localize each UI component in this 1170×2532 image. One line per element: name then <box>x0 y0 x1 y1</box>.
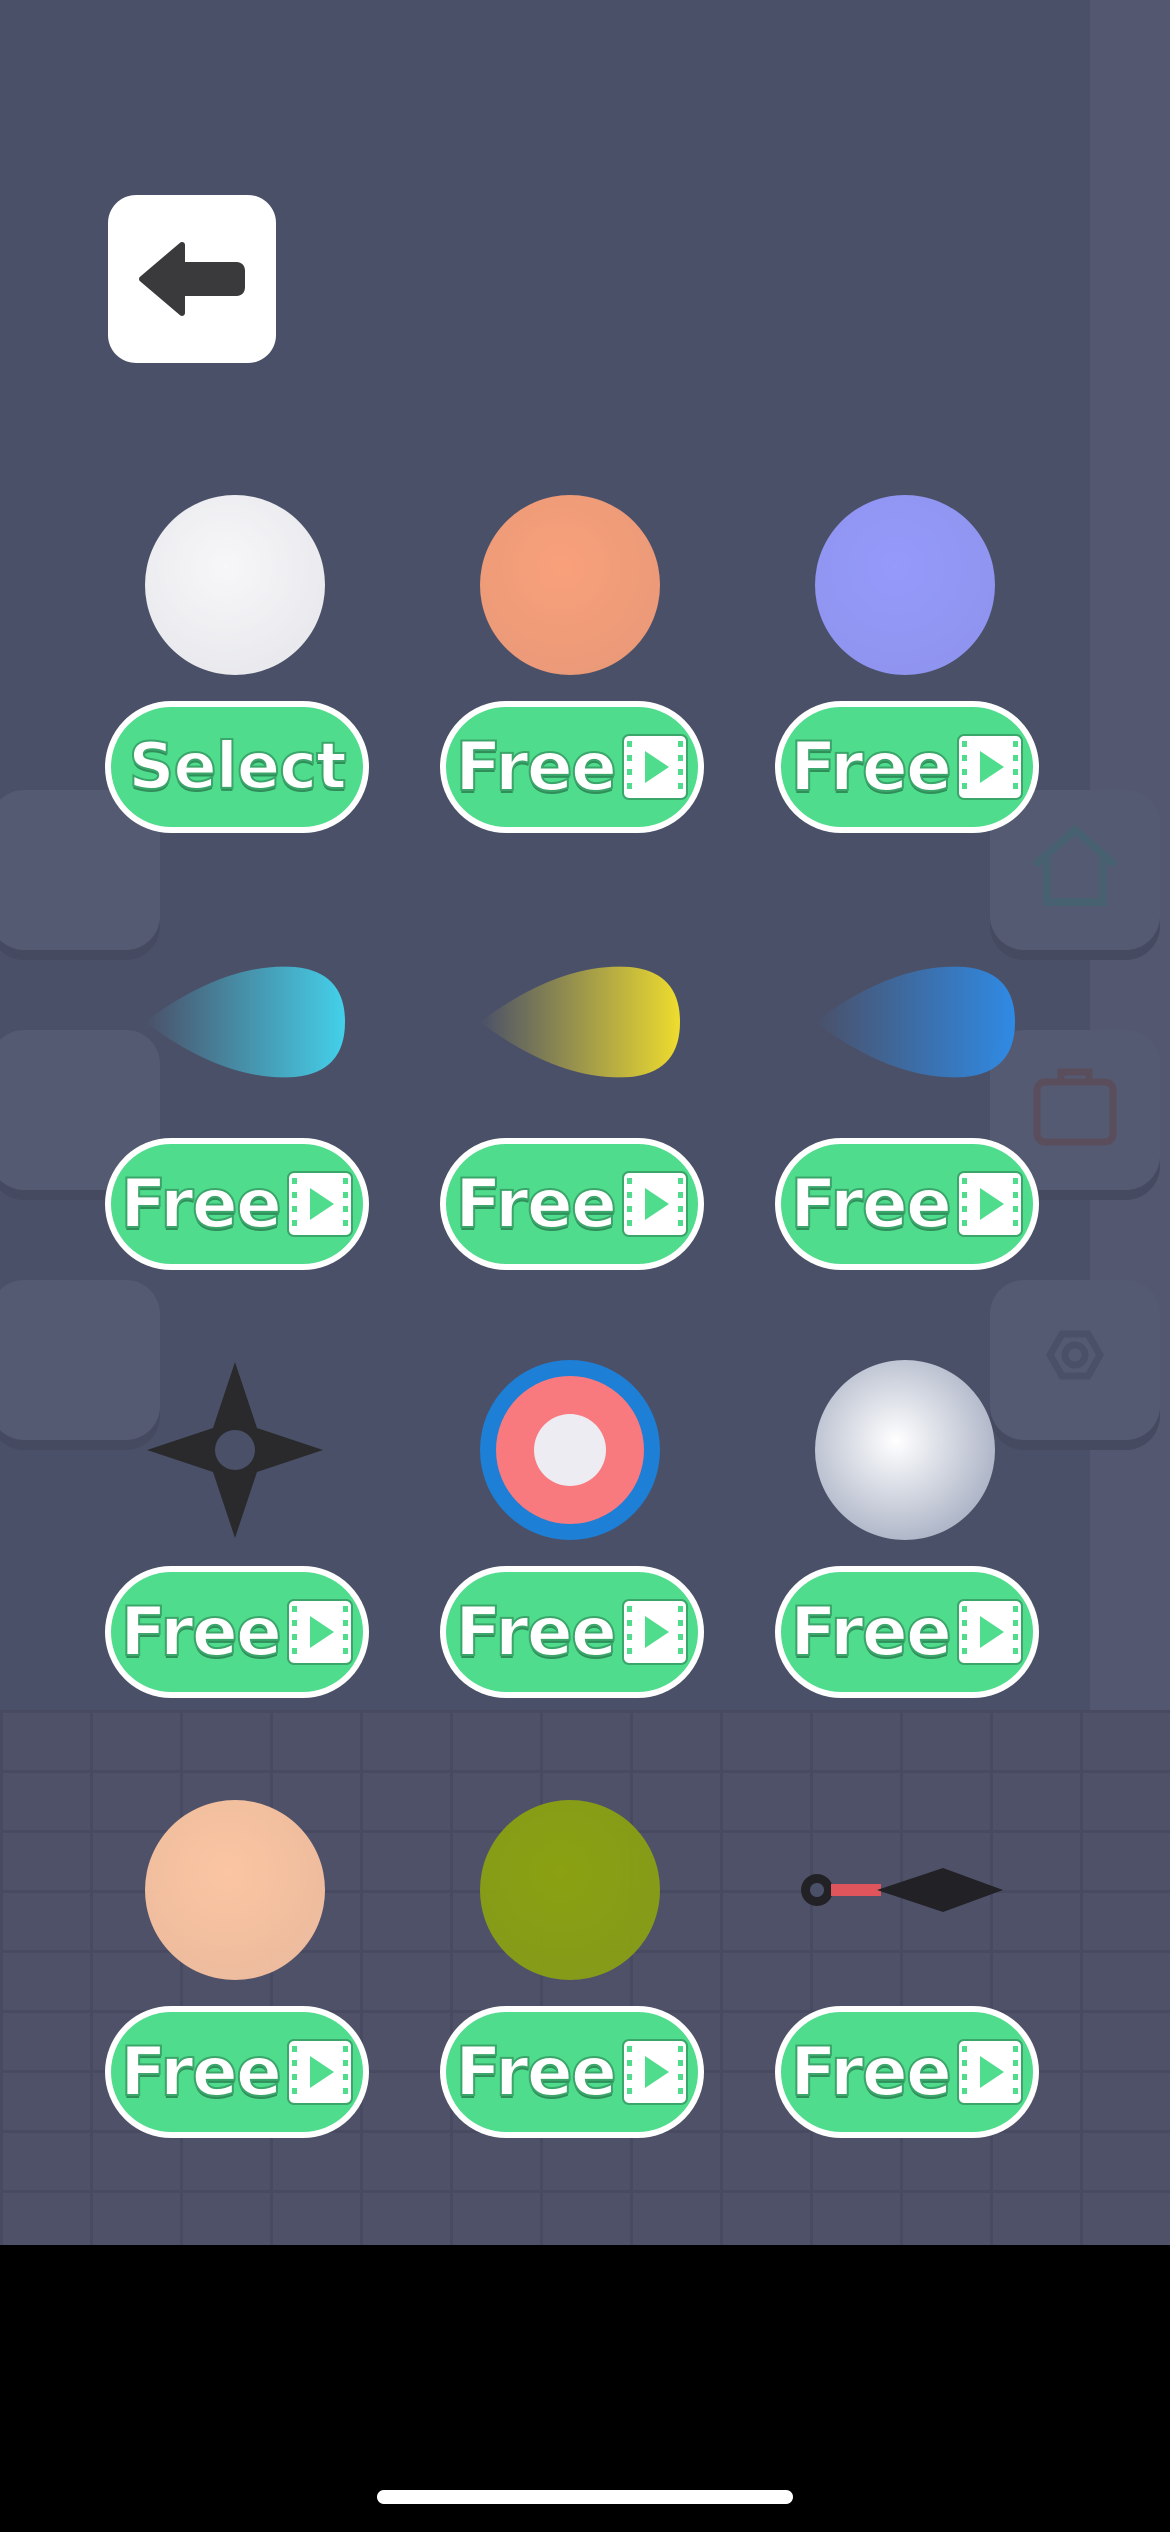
target-ring-icon <box>480 1360 660 1540</box>
skin-preview[interactable] <box>440 485 700 685</box>
arrow-left-icon <box>139 242 245 316</box>
video-play-icon-wrap <box>286 1598 354 1666</box>
video-play-icon <box>956 1599 1023 1665</box>
skin-preview[interactable] <box>105 1350 365 1550</box>
free-skin-button[interactable]: Free <box>440 1566 704 1698</box>
free-skin-button[interactable]: Free <box>775 1138 1039 1270</box>
video-play-icon <box>956 734 1023 800</box>
free-skin-button[interactable]: Free <box>775 2006 1039 2138</box>
skin-circle-icon <box>815 495 995 675</box>
skin-button-label: Free <box>789 2032 953 2113</box>
skin-button-label: Free <box>454 1592 618 1673</box>
skin-button-label: Free <box>789 1164 953 1245</box>
skin-cell: Free <box>105 1350 369 1700</box>
free-skin-button[interactable]: Free <box>440 2006 704 2138</box>
skin-button-label: Free <box>454 727 618 808</box>
kunai-icon <box>801 1868 1003 1912</box>
skin-cell: Select <box>105 485 369 835</box>
video-play-icon-wrap <box>286 1170 354 1238</box>
video-play-icon-wrap <box>956 1598 1024 1666</box>
skin-preview[interactable] <box>105 1790 365 1990</box>
video-play-icon <box>956 2039 1023 2105</box>
skin-cell: Free <box>105 1790 369 2140</box>
free-skin-button[interactable]: Free <box>775 701 1039 833</box>
home-indicator <box>377 2490 793 2504</box>
skin-button-label: Free <box>119 1164 283 1245</box>
skin-cell: Free <box>105 922 369 1272</box>
video-play-icon-wrap <box>956 1170 1024 1238</box>
skin-button-label: Select <box>127 729 347 805</box>
skin-preview[interactable] <box>775 1790 1035 1990</box>
select-skin-button[interactable]: Select <box>105 701 369 833</box>
skin-circle-icon <box>480 495 660 675</box>
video-play-icon-wrap <box>286 2038 354 2106</box>
video-play-icon-wrap <box>621 2038 689 2106</box>
free-skin-button[interactable]: Free <box>105 1138 369 1270</box>
skin-cell: Free <box>440 922 704 1272</box>
skin-comet-icon <box>480 966 680 1078</box>
skin-preview[interactable] <box>440 1790 700 1990</box>
free-skin-button[interactable]: Free <box>105 2006 369 2138</box>
video-play-icon-wrap <box>956 2038 1024 2106</box>
video-play-icon <box>621 1171 688 1237</box>
video-play-icon-wrap <box>621 1170 689 1238</box>
skin-cell: Free <box>775 1350 1039 1700</box>
skin-cell: Free <box>775 485 1039 835</box>
skin-button-label: Free <box>789 1592 953 1673</box>
skin-button-label: Free <box>454 2032 618 2113</box>
video-play-icon <box>286 1599 353 1665</box>
skin-circle-icon <box>480 1800 660 1980</box>
skin-cell: Free <box>440 485 704 835</box>
free-skin-button[interactable]: Free <box>775 1566 1039 1698</box>
home-icon <box>1032 824 1118 906</box>
skin-preview[interactable] <box>105 485 365 685</box>
skin-circle-icon <box>145 1800 325 1980</box>
skin-cell: Free <box>775 922 1039 1272</box>
free-skin-button[interactable]: Free <box>440 1138 704 1270</box>
skin-cell: Free <box>440 1790 704 2140</box>
skin-preview[interactable] <box>775 1350 1035 1550</box>
skin-comet-icon <box>815 966 1015 1078</box>
video-play-icon <box>621 734 688 800</box>
video-play-icon <box>286 2039 353 2105</box>
skin-cell: Free <box>440 1350 704 1700</box>
skin-button-label: Free <box>454 1164 618 1245</box>
video-play-icon <box>286 1171 353 1237</box>
skin-button-label: Free <box>119 1592 283 1673</box>
video-play-icon-wrap <box>956 733 1024 801</box>
video-play-icon-wrap <box>621 1598 689 1666</box>
video-play-icon <box>956 1171 1023 1237</box>
pearl-icon <box>815 1360 995 1540</box>
skin-cell: Free <box>775 1790 1039 2140</box>
free-skin-button[interactable]: Free <box>105 1566 369 1698</box>
skin-button-label: Free <box>789 727 953 808</box>
video-play-icon <box>621 1599 688 1665</box>
skin-preview[interactable] <box>440 922 700 1122</box>
skin-button-label: Free <box>119 2032 283 2113</box>
shuriken-icon <box>147 1362 323 1538</box>
back-button[interactable] <box>108 195 276 363</box>
skin-preview[interactable] <box>440 1350 700 1550</box>
money-bag-icon <box>1033 1068 1117 1146</box>
video-play-icon-wrap <box>621 733 689 801</box>
video-play-icon <box>621 2039 688 2105</box>
skin-preview[interactable] <box>105 922 365 1122</box>
free-skin-button[interactable]: Free <box>440 701 704 833</box>
skin-preview[interactable] <box>775 922 1035 1122</box>
skin-preview[interactable] <box>775 485 1035 685</box>
skin-circle-icon <box>145 495 325 675</box>
gear-icon <box>1045 1330 1105 1380</box>
skin-comet-icon <box>145 966 345 1078</box>
